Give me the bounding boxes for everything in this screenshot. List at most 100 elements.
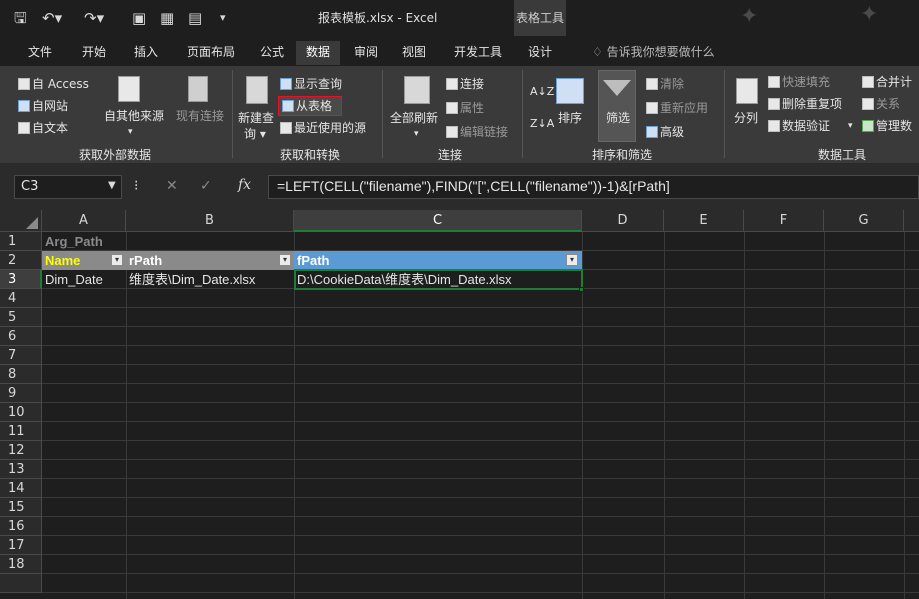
worksheet-grid[interactable]: A B C D E F G 1 2 3 4 5 6 7 8 9 10 11 12… [0, 210, 919, 599]
group-label-data-tools: 数据工具 [817, 148, 866, 162]
column-header-e[interactable]: E [664, 210, 744, 232]
fill-handle[interactable] [579, 287, 584, 292]
save-icon[interactable]: 🖫 [14, 8, 27, 28]
clear-filter-button[interactable]: 清除 [646, 76, 684, 92]
tab-file[interactable]: 文件 [20, 41, 60, 65]
sort-descending-icon[interactable]: Z↓A [530, 116, 554, 132]
more-options-icon[interactable]: ⁝ [134, 178, 138, 194]
row-header[interactable]: 9 [0, 384, 42, 403]
select-all-triangle-icon [26, 217, 38, 229]
redo-icon[interactable]: ↷▾ [84, 8, 104, 28]
cell-b2-header[interactable]: rPath [126, 251, 294, 270]
existing-connections-button[interactable]: 现有连接 [176, 108, 224, 124]
filter-dropdown-b[interactable]: ▾ [279, 254, 291, 266]
show-queries-button[interactable]: 显示查询 [280, 76, 342, 92]
data-validation-icon [768, 120, 780, 132]
row-header[interactable]: 13 [0, 460, 42, 479]
row-header[interactable]: 10 [0, 403, 42, 422]
filter-dropdown-c[interactable]: ▾ [566, 254, 578, 266]
row-header[interactable]: 14 [0, 479, 42, 498]
active-cell-border [294, 269, 583, 290]
column-header-g[interactable]: G [824, 210, 904, 232]
group-separator [382, 70, 383, 158]
sort-button[interactable]: 排序 [558, 110, 582, 126]
row-header[interactable]: 8 [0, 365, 42, 384]
cell-c2-header[interactable]: fPath [294, 251, 582, 270]
chevron-down-icon[interactable]: ▼ [108, 180, 116, 191]
formula-input[interactable]: =LEFT(CELL("filename"),FIND("[",CELL("fi… [268, 175, 919, 199]
properties-button[interactable]: 属性 [446, 100, 484, 116]
name-box[interactable]: C3 [14, 175, 122, 199]
from-access-button[interactable]: 自 Access [18, 76, 89, 92]
manage-data-model-button[interactable]: 管理数 [862, 118, 912, 134]
cancel-icon[interactable]: ✕ [166, 178, 178, 194]
select-all-button[interactable] [0, 210, 42, 232]
row-header[interactable]: 12 [0, 441, 42, 460]
tell-me-search[interactable]: ♢ 告诉我你想要做什么 [592, 41, 715, 65]
refresh-all-button[interactable]: 全部刷新 [390, 110, 438, 126]
row-header[interactable]: 6 [0, 327, 42, 346]
from-text-button[interactable]: 自文本 [18, 120, 68, 136]
row-header[interactable]: 16 [0, 517, 42, 536]
undo-icon[interactable]: ↶▾ [42, 8, 62, 28]
pivot-icon[interactable]: ▤ [188, 8, 202, 28]
row-header[interactable]: 1 [0, 232, 42, 251]
from-other-sources-button[interactable]: 自其他来源 [104, 108, 164, 124]
column-header-f[interactable]: F [744, 210, 824, 232]
row-header[interactable]: 11 [0, 422, 42, 441]
tab-view[interactable]: 视图 [394, 41, 434, 65]
tab-developer[interactable]: 开发工具 [446, 41, 510, 65]
row-header[interactable]: 3 [0, 270, 42, 289]
filter-button[interactable]: 筛选 [606, 110, 630, 126]
cell-a1[interactable]: Arg_Path [42, 232, 162, 251]
tab-formulas[interactable]: 公式 [252, 41, 292, 65]
row-header[interactable]: 7 [0, 346, 42, 365]
remove-duplicates-button[interactable]: 删除重复项 [768, 96, 842, 112]
tab-data[interactable]: 数据 [296, 41, 340, 65]
customize-qat-icon[interactable]: ▾ [220, 8, 226, 28]
from-web-button[interactable]: 自网站 [18, 98, 68, 114]
edit-links-button[interactable]: 编辑链接 [446, 124, 508, 140]
recent-sources-button[interactable]: 最近使用的源 [280, 120, 366, 136]
column-header-a[interactable]: A [42, 210, 126, 232]
sort-ascending-icon[interactable]: A↓Z [530, 84, 554, 100]
reapply-filter-button[interactable]: 重新应用 [646, 100, 708, 116]
advanced-filter-button[interactable]: 高级 [646, 124, 684, 140]
tab-review[interactable]: 审阅 [346, 41, 386, 65]
filter-dropdown-a[interactable]: ▾ [111, 254, 123, 266]
row-header[interactable]: 15 [0, 498, 42, 517]
insert-function-icon[interactable]: fx [238, 177, 251, 193]
row-header[interactable]: 18 [0, 555, 42, 574]
tab-insert[interactable]: 插入 [126, 41, 166, 65]
cell-b3[interactable]: 维度表\Dim_Date.xlsx [126, 270, 294, 289]
column-header-d[interactable]: D [582, 210, 664, 232]
new-query-button[interactable]: 新建查 [238, 110, 274, 126]
row-header[interactable]: 4 [0, 289, 42, 308]
relationships-button[interactable]: 关系 [862, 96, 900, 112]
column-header-b[interactable]: B [126, 210, 294, 232]
cell-a3[interactable]: Dim_Date [42, 270, 126, 289]
row-header[interactable]: 17 [0, 536, 42, 555]
row-header[interactable]: 2 [0, 251, 42, 270]
tab-design[interactable]: 设计 [520, 41, 560, 65]
row-header[interactable] [0, 574, 42, 593]
data-validation-button[interactable]: 数据验证 [768, 118, 830, 134]
chart-icon[interactable]: ▦ [160, 8, 174, 28]
tab-page-layout[interactable]: 页面布局 [178, 41, 244, 65]
reapply-icon [646, 102, 658, 114]
tab-home[interactable]: 开始 [74, 41, 114, 65]
data-validation-dropdown[interactable]: ▾ [848, 118, 853, 134]
text-to-columns-button[interactable]: 分列 [734, 110, 758, 126]
edit-links-icon [446, 126, 458, 138]
row-header[interactable]: 5 [0, 308, 42, 327]
flash-fill-button[interactable]: 快速填充 [768, 74, 830, 90]
group-separator [724, 70, 725, 158]
new-file-icon[interactable]: ▣ [132, 8, 146, 28]
consolidate-button[interactable]: 合并计 [862, 74, 912, 90]
connections-button[interactable]: 连接 [446, 76, 484, 92]
enter-icon[interactable]: ✓ [200, 178, 212, 194]
from-table-button[interactable]: 从表格 [282, 98, 332, 114]
refresh-all-dropdown[interactable]: ▾ [414, 126, 419, 142]
new-query-dropdown[interactable]: 询 ▾ [244, 126, 266, 142]
column-header-c[interactable]: C [294, 210, 582, 232]
